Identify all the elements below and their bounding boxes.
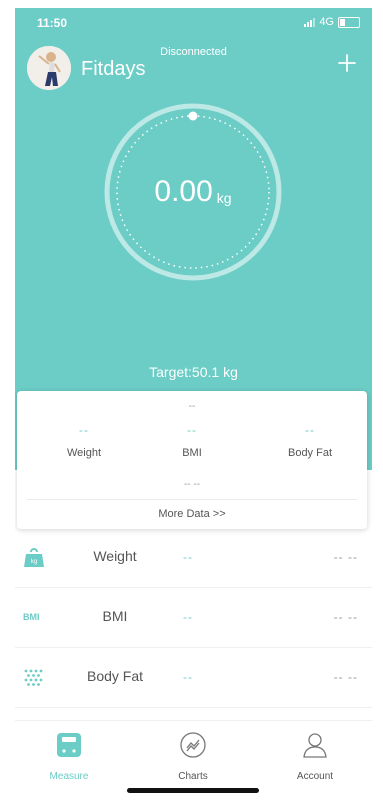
- summary-weight-label: Weight: [66, 447, 102, 459]
- bmi-icon: BMI: [23, 612, 40, 622]
- weight-unit: kg: [216, 190, 232, 206]
- summary-bmi-value: --: [187, 423, 197, 437]
- metric-row-label: Weight: [93, 548, 137, 564]
- summary-body-fat-value: --: [305, 423, 315, 437]
- metric-row-value: --: [183, 670, 193, 684]
- metric-row-status: -- --: [333, 610, 358, 624]
- target-weight: Target:50.1 kg: [149, 364, 238, 380]
- metric-row-value: --: [183, 550, 193, 564]
- summary-bmi: -- BMI: [137, 423, 247, 459]
- metric-row-status: -- --: [333, 670, 358, 684]
- metric-row-label: BMI: [102, 608, 128, 624]
- metric-row-bmi[interactable]: BMI BMI -- -- --: [15, 588, 372, 648]
- body-fat-icon: [23, 668, 45, 688]
- scale-icon: [29, 731, 109, 759]
- tab-label: Measure: [49, 771, 89, 782]
- tab-account[interactable]: Account: [275, 731, 355, 782]
- summary-top-placeholder: --: [188, 401, 196, 412]
- status-time: 11:50: [37, 16, 68, 30]
- metric-row-label: Body Fat: [86, 668, 144, 684]
- tab-measure[interactable]: Measure: [29, 731, 109, 782]
- summary-weight-value: --: [79, 423, 89, 437]
- svg-text:kg: kg: [31, 559, 37, 565]
- more-data-link[interactable]: More Data >>: [17, 508, 367, 520]
- signal-icon: [304, 17, 316, 27]
- card-divider: [27, 499, 357, 500]
- weight-value: 0.00: [154, 175, 213, 208]
- summary-bmi-label: BMI: [182, 447, 202, 459]
- weight-kg-icon: kg: [23, 548, 45, 568]
- metric-row-weight[interactable]: kg Weight -- -- --: [15, 528, 372, 588]
- summary-body-fat-label: Body Fat: [287, 447, 333, 459]
- home-indicator[interactable]: [127, 788, 259, 793]
- person-icon: [275, 731, 355, 759]
- status-bar: 11:50 4G: [37, 16, 360, 32]
- tab-charts[interactable]: Charts: [153, 731, 233, 782]
- summary-bottom-placeholder: -- --: [183, 479, 201, 490]
- app-screen: 11:50 4G Fitdays Disconnected 0.00 kg Ta…: [15, 8, 372, 802]
- summary-weight: -- Weight: [29, 423, 139, 459]
- summary-card: -- -- Weight -- BMI -- Body Fat -- -- Mo…: [17, 391, 367, 529]
- weight-display: 0.00 kg: [103, 102, 283, 282]
- metric-row-status: -- --: [333, 550, 358, 564]
- metric-row-body-fat[interactable]: Body Fat -- -- --: [15, 648, 372, 708]
- status-indicators: 4G: [304, 16, 360, 28]
- tab-label: Account: [296, 771, 334, 782]
- connection-status: Disconnected: [160, 46, 227, 58]
- metric-row-value: --: [183, 610, 193, 624]
- plus-icon[interactable]: [336, 52, 358, 74]
- battery-icon: [338, 16, 360, 28]
- summary-body-fat: -- Body Fat: [255, 423, 365, 459]
- tab-label: Charts: [178, 771, 208, 782]
- network-label: 4G: [319, 16, 334, 28]
- brand-name: Fitdays: [81, 58, 146, 80]
- chart-icon: [153, 731, 233, 759]
